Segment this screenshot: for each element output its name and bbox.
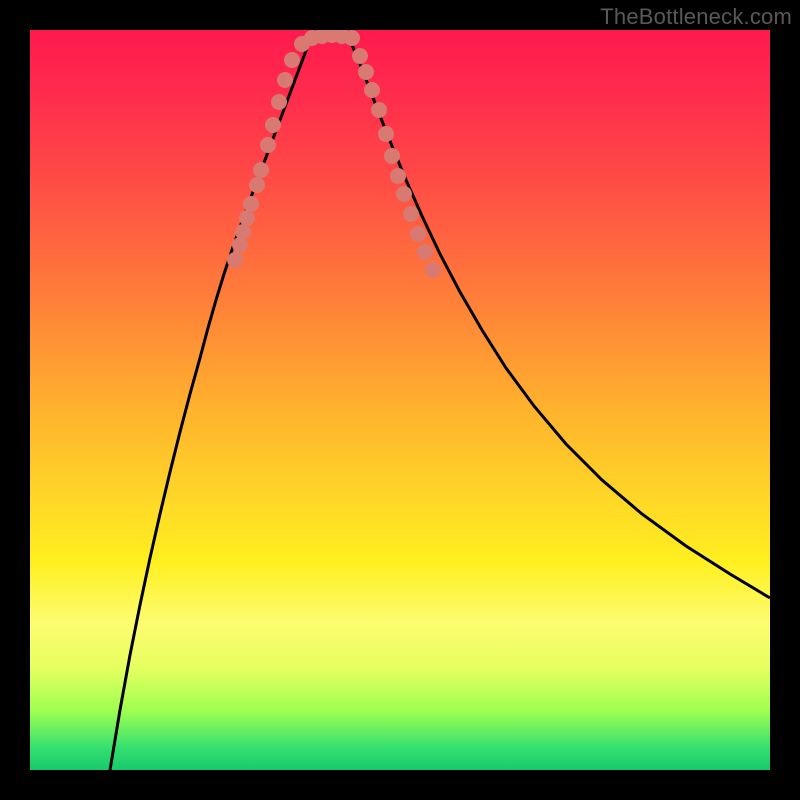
data-point — [371, 102, 387, 118]
data-point — [271, 94, 287, 110]
data-point — [277, 72, 293, 88]
data-point — [410, 226, 426, 242]
data-point — [378, 126, 394, 142]
data-point — [358, 64, 374, 80]
watermark-text: TheBottleneck.com — [600, 4, 792, 30]
chart-svg — [30, 30, 770, 770]
data-point — [390, 168, 406, 184]
curve-right — [350, 40, 770, 598]
data-point — [253, 162, 269, 178]
data-point — [396, 186, 412, 202]
data-point — [243, 196, 259, 212]
scatter-dots — [227, 30, 441, 278]
data-point — [384, 148, 400, 164]
plot-area — [30, 30, 770, 770]
data-point — [249, 177, 265, 193]
data-point — [352, 48, 368, 64]
data-point — [425, 262, 441, 278]
data-point — [403, 206, 419, 222]
data-point — [284, 52, 300, 68]
data-point — [265, 117, 281, 133]
data-point — [364, 82, 380, 98]
data-point — [239, 210, 255, 226]
data-point — [235, 224, 251, 240]
data-point — [260, 137, 276, 153]
data-point — [344, 30, 360, 46]
data-point — [417, 244, 433, 260]
curve-left — [110, 40, 310, 770]
data-point — [227, 252, 243, 268]
